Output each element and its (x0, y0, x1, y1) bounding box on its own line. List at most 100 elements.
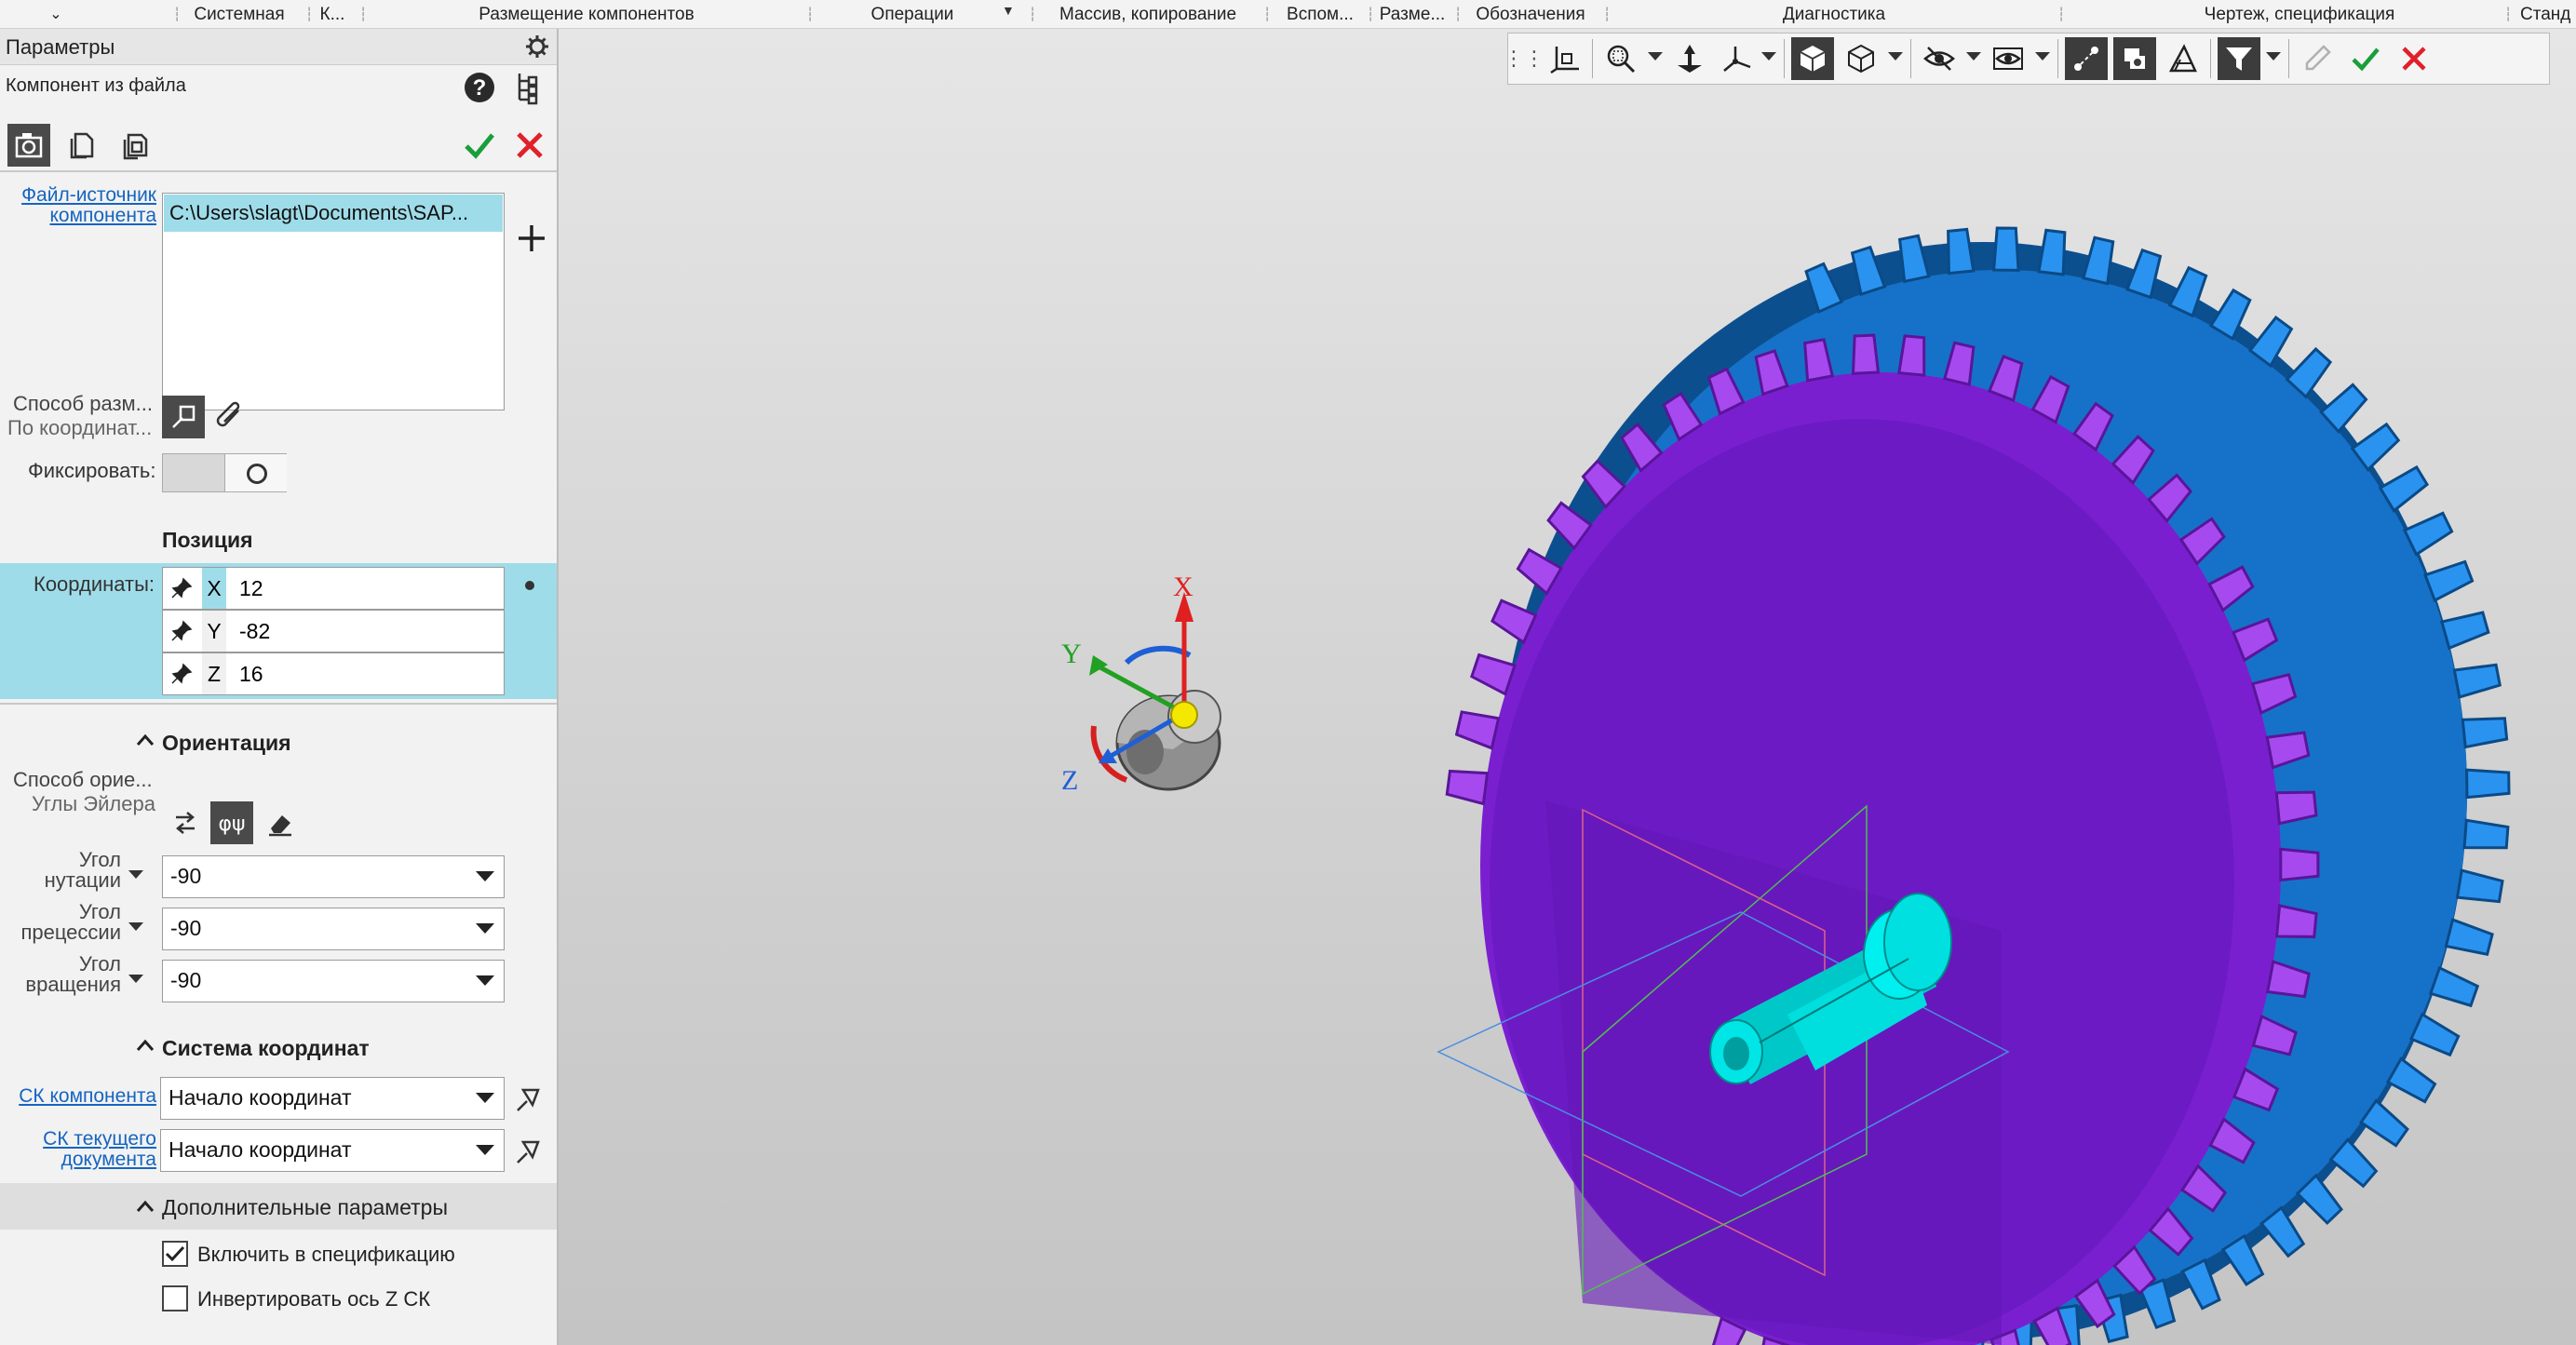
rotation-arc-z-icon[interactable] (1124, 645, 1192, 666)
show-all-button[interactable] (1987, 37, 2030, 80)
cs-document-select[interactable]: Начало координат (160, 1129, 505, 1172)
source-file-list[interactable]: C:\Users\slagt\Documents\SAP... (162, 193, 505, 410)
orient-eraser-button[interactable] (259, 801, 302, 844)
coord-y-value[interactable]: -82 (239, 611, 270, 652)
rotation-dropdown-icon[interactable] (128, 975, 143, 983)
from-file-mode-button[interactable] (7, 124, 50, 167)
axes-dropdown-icon[interactable] (1761, 52, 1776, 61)
placement-method-value: По координат... (7, 416, 153, 439)
cancel-icon[interactable] (512, 128, 547, 163)
edit-pen-button[interactable] (2296, 37, 2339, 80)
ribbon-separator (1603, 6, 1609, 22)
ribbon-tab-diagnostics[interactable]: Диагностика (1611, 0, 2057, 28)
source-file-item[interactable]: C:\Users\slagt\Documents\SAP... (164, 195, 503, 232)
gear-icon[interactable] (525, 34, 549, 59)
ribbon-tab-drawing-spec[interactable]: Чертеж, спецификация (2067, 0, 2532, 28)
ribbon-tab-dimensions[interactable]: Разме... (1376, 0, 1449, 28)
pin-icon[interactable] (170, 620, 193, 642)
toolbar-separator (2057, 39, 2058, 78)
blue-gear-tooth (2440, 611, 2490, 651)
cs-pick-icon[interactable] (514, 1084, 544, 1114)
nutation-select[interactable]: -90 (162, 855, 505, 898)
toggle-circle-icon (247, 464, 267, 484)
blue-gear-tooth (2452, 663, 2502, 699)
cs-component-select[interactable]: Начало координат (160, 1077, 505, 1120)
ribbon-tab-k[interactable]: К... (319, 0, 345, 28)
cs-component-value: Начало координат (169, 1085, 352, 1110)
help-icon[interactable]: ? (464, 72, 495, 103)
standard-component-button[interactable] (114, 124, 156, 167)
accept-icon[interactable] (462, 128, 497, 163)
local-cs-button[interactable] (1544, 37, 1586, 80)
filter-button[interactable] (2218, 37, 2260, 80)
toolbar-separator (1910, 39, 1911, 78)
ribbon-tab-standard[interactable]: Станд (2520, 0, 2576, 28)
local-component-button[interactable] (61, 124, 104, 167)
coord-y-field[interactable]: Y -82 (162, 610, 505, 652)
cs-pick-icon[interactable] (514, 1137, 544, 1166)
toolbar-grip-icon[interactable]: ⋮⋮ (1504, 37, 1544, 80)
3d-viewport[interactable]: X Y Z ⋮⋮ (559, 29, 2576, 1345)
zoom-dropdown-icon[interactable] (1648, 52, 1663, 61)
hide-eye-icon (1923, 47, 1955, 71)
precession-select[interactable]: -90 (162, 908, 505, 950)
viewport-accept-button[interactable] (2344, 37, 2387, 80)
view-axes-button[interactable] (1715, 37, 1758, 80)
tree-icon[interactable] (514, 70, 542, 105)
ribbon-collapse-icon[interactable]: ⌄ (37, 0, 74, 28)
add-file-icon[interactable] (516, 222, 547, 254)
snap-button[interactable] (2065, 37, 2108, 80)
coord-x-value[interactable]: 12 (239, 568, 263, 609)
cs-document-link[interactable]: СК текущего документа (4, 1129, 156, 1170)
include-spec-checkbox[interactable] (162, 1241, 188, 1267)
hide-dropdown-icon[interactable] (1966, 52, 1981, 61)
wireframe-view-button[interactable] (1840, 37, 1882, 80)
ribbon-dropdown-icon[interactable]: ▼ (1002, 3, 1015, 18)
blue-gear-tooth (2428, 965, 2480, 1008)
display-dropdown-icon[interactable] (1888, 52, 1903, 61)
source-file-link[interactable]: Файл-источник компонента (4, 185, 156, 226)
fix-label: Фиксировать: (28, 459, 156, 482)
gear-purple[interactable] (1445, 333, 2320, 1345)
origin-point-icon[interactable] (1170, 701, 1198, 729)
invert-z-checkbox[interactable] (162, 1285, 188, 1311)
placement-triad[interactable]: X Y Z (1061, 572, 1221, 796)
blue-gear-tooth (1947, 227, 1976, 276)
nutation-dropdown-icon[interactable] (128, 870, 143, 879)
shaded-view-button[interactable] (1791, 37, 1834, 80)
ribbon-tab-component-placement[interactable]: Размещение компонентов (372, 0, 801, 28)
filter-dropdown-icon[interactable] (2266, 52, 2281, 61)
coord-x-field[interactable]: X 12 (162, 567, 505, 610)
section-button[interactable] (2162, 37, 2205, 80)
zoom-button[interactable] (1599, 37, 1642, 80)
by-coordinates-button[interactable] (162, 396, 205, 438)
pin-icon[interactable] (170, 663, 193, 685)
ribbon-separator (1454, 6, 1460, 22)
paperclip-icon[interactable] (214, 399, 248, 435)
orientation-button[interactable] (1668, 37, 1711, 80)
ribbon-tab-auxiliary[interactable]: Вспом... (1274, 0, 1367, 28)
viewport-cancel-button[interactable] (2393, 37, 2435, 80)
hide-button[interactable] (1918, 37, 1961, 80)
parameters-panel: Параметры Компонент из файла ? Файл-исто… (0, 29, 559, 1345)
coord-z-value[interactable]: 16 (239, 653, 263, 694)
assembly-view-button[interactable] (2113, 37, 2156, 80)
euler-angles-icon: φψ (218, 813, 245, 836)
fix-toggle[interactable] (162, 453, 287, 492)
precession-dropdown-icon[interactable] (128, 922, 143, 931)
show-dropdown-icon[interactable] (2035, 52, 2050, 61)
extra-section-header[interactable]: Дополнительные параметры (0, 1183, 557, 1230)
ribbon-tab-designations[interactable]: Обозначения (1465, 0, 1596, 28)
rotation-select[interactable]: -90 (162, 960, 505, 1002)
pin-icon[interactable] (170, 577, 193, 599)
euler-angles-button[interactable]: φψ (210, 801, 253, 844)
orient-by-objects-button[interactable] (164, 801, 207, 844)
cs-component-link[interactable]: СК компонента (4, 1086, 156, 1107)
cs-document-value: Начало координат (169, 1137, 352, 1162)
accept-icon (2352, 47, 2380, 72)
pen-icon (2305, 45, 2331, 71)
ribbon-tab-operations[interactable]: Операции (819, 0, 1005, 28)
coord-z-field[interactable]: Z 16 (162, 652, 505, 695)
ribbon-tab-array-copy[interactable]: Массив, копирование (1041, 0, 1255, 28)
ribbon-tab-system[interactable]: Системная (183, 0, 295, 28)
